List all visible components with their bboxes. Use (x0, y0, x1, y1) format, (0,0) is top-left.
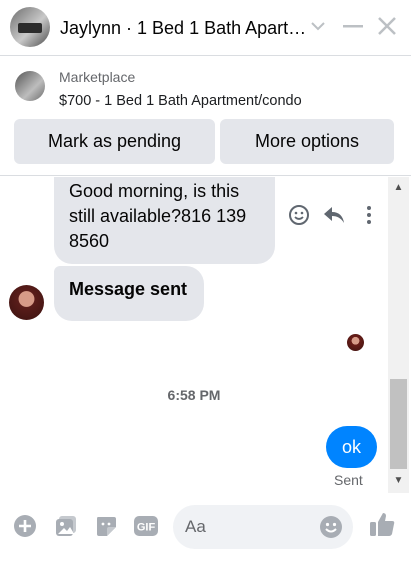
minimize-icon[interactable] (339, 10, 367, 42)
outgoing-message-bubble[interactable]: ok (326, 426, 377, 468)
emoji-icon[interactable] (319, 515, 343, 539)
sender-avatar[interactable] (9, 285, 44, 320)
chat-header: Jaylynn · 1 Bed 1 Bath Apartment/condo (0, 0, 411, 56)
seen-indicator-avatar (347, 334, 364, 351)
scrollbar-thumb[interactable] (390, 379, 407, 469)
thumbs-up-icon[interactable] (368, 510, 396, 538)
message-input[interactable] (185, 505, 315, 549)
thread-scrollbar[interactable]: ▲ ▼ (388, 177, 409, 493)
message-bubble[interactable]: Good morning, is this still available?81… (54, 177, 275, 264)
image-icon[interactable] (52, 512, 80, 540)
svg-text:GIF: GIF (137, 522, 156, 534)
close-icon[interactable] (373, 10, 401, 42)
message-timestamp: 6:58 PM (167, 387, 221, 403)
contact-avatar[interactable] (10, 7, 50, 47)
listing-source-label: Marketplace (59, 69, 136, 85)
message-composer: GIF (0, 493, 411, 561)
conversation-title[interactable]: Jaylynn · 1 Bed 1 Bath Apartment/condo (60, 18, 310, 39)
message-input-box[interactable] (173, 505, 353, 549)
listing-thumbnail[interactable] (15, 71, 45, 101)
more-options-button[interactable]: More options (220, 119, 394, 164)
add-icon[interactable] (11, 512, 39, 540)
sticker-icon[interactable] (92, 512, 120, 540)
marketplace-listing-panel: Marketplace $700 - 1 Bed 1 Bath Apartmen… (0, 57, 411, 176)
scroll-up-icon[interactable]: ▲ (388, 179, 409, 196)
listing-title[interactable]: $700 - 1 Bed 1 Bath Apartment/condo (59, 93, 302, 109)
delivery-status: Sent (334, 472, 363, 488)
chevron-down-icon[interactable] (304, 10, 332, 42)
scroll-down-icon[interactable]: ▼ (388, 472, 409, 489)
message-thread: Good morning, is this still available?81… (0, 177, 411, 493)
react-emoji-icon[interactable] (287, 203, 311, 227)
mark-as-pending-button[interactable]: Mark as pending (14, 119, 215, 164)
gif-icon[interactable]: GIF (132, 512, 160, 540)
message-bubble[interactable]: Message sent (54, 266, 204, 321)
reply-icon[interactable] (322, 203, 346, 227)
more-actions-icon[interactable] (357, 203, 381, 227)
